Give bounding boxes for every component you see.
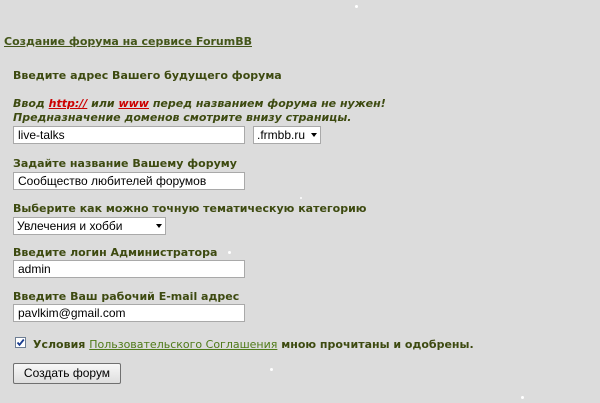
- domain-select-value: .frmbb.ru: [257, 128, 306, 142]
- snow-speck: [270, 368, 273, 371]
- category-select[interactable]: Увлечения и хобби: [13, 217, 166, 235]
- snow-speck: [228, 251, 231, 254]
- create-forum-button[interactable]: Создать форум: [13, 363, 121, 384]
- note-prefix: Ввод: [13, 97, 45, 110]
- forum-name-label: Задайте название Вашему форуму: [13, 157, 237, 170]
- note-suffix: перед названием форума не нужен!: [152, 97, 386, 110]
- page-title[interactable]: Создание форума на сервисе ForumBB: [4, 35, 252, 48]
- snow-speck: [521, 396, 524, 399]
- chevron-down-icon: [156, 224, 162, 228]
- agreement-suffix: мною прочитаны и одобрены.: [281, 338, 474, 351]
- snow-speck: [300, 197, 302, 199]
- chevron-down-icon: [311, 133, 317, 137]
- admin-login-label: Введите логин Администратора: [13, 246, 218, 259]
- forum-address-input[interactable]: live-talks: [13, 126, 245, 144]
- category-select-value: Увлечения и хобби: [17, 219, 123, 233]
- email-input[interactable]: pavlkim@gmail.com: [13, 304, 245, 322]
- address-note: Ввод http:// или www перед названием фор…: [13, 97, 386, 110]
- domain-select[interactable]: .frmbb.ru: [253, 126, 321, 144]
- email-label: Введите Ваш рабочий E-mail адрес: [13, 290, 240, 303]
- note-http: http://: [48, 97, 88, 110]
- agreement-checkbox[interactable]: [15, 337, 26, 348]
- snow-speck: [355, 5, 358, 8]
- category-label: Выберите как можно точную тематическую к…: [13, 202, 367, 215]
- note-or: или: [91, 97, 115, 110]
- note-www: www: [118, 97, 149, 110]
- forum-name-input[interactable]: Сообщество любителей форумов: [13, 172, 245, 190]
- agreement-prefix: Условия: [33, 338, 86, 351]
- admin-login-input[interactable]: admin: [13, 260, 245, 278]
- address-label: Введите адрес Вашего будущего форума: [13, 69, 282, 82]
- user-agreement-link[interactable]: Пользовательского Соглашения: [89, 338, 277, 351]
- checkmark-icon: [16, 338, 25, 347]
- address-note-line2: Предназначение доменов смотрите внизу ст…: [13, 111, 352, 124]
- agreement-text: Условия Пользовательского Соглашения мно…: [33, 338, 474, 351]
